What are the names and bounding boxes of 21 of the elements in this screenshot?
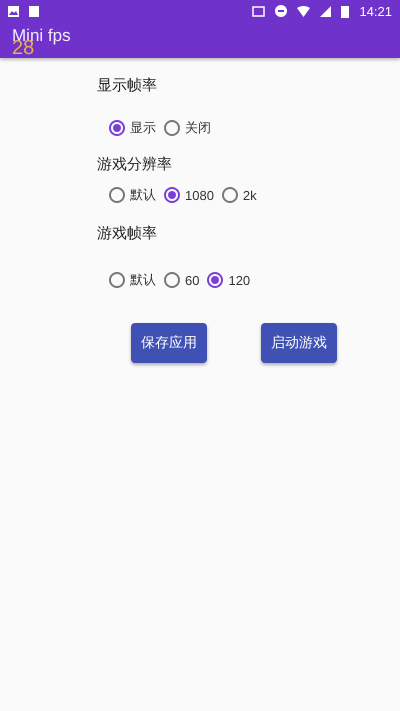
action-button[interactable]: 保存应用 (131, 323, 207, 363)
radio-option[interactable]: 默认 (109, 186, 156, 204)
action-button[interactable]: 启动游戏 (261, 323, 337, 363)
radio-option[interactable]: 60 (164, 271, 200, 289)
battery-icon (341, 4, 350, 18)
group-title: 显示帧率 (97, 76, 158, 95)
radio-option[interactable]: 120 (207, 271, 250, 289)
group-title: 游戏分辨率 (97, 155, 173, 174)
group-title: 游戏帧率 (97, 224, 158, 243)
radio-option[interactable]: 2k (222, 186, 257, 204)
do-not-disturb-icon (275, 5, 288, 17)
signal-icon (320, 6, 332, 16)
radio-option[interactable]: 默认 (109, 271, 156, 289)
image-icon (8, 6, 19, 16)
radio-option[interactable]: 关闭 (164, 119, 211, 137)
cast-icon (252, 6, 266, 16)
wifi-icon (297, 6, 310, 16)
radio-option[interactable]: 显示 (109, 119, 156, 137)
radio-option[interactable]: 1080 (164, 186, 214, 204)
notification-icon (29, 6, 39, 16)
status-time: 14:21 (359, 4, 392, 18)
